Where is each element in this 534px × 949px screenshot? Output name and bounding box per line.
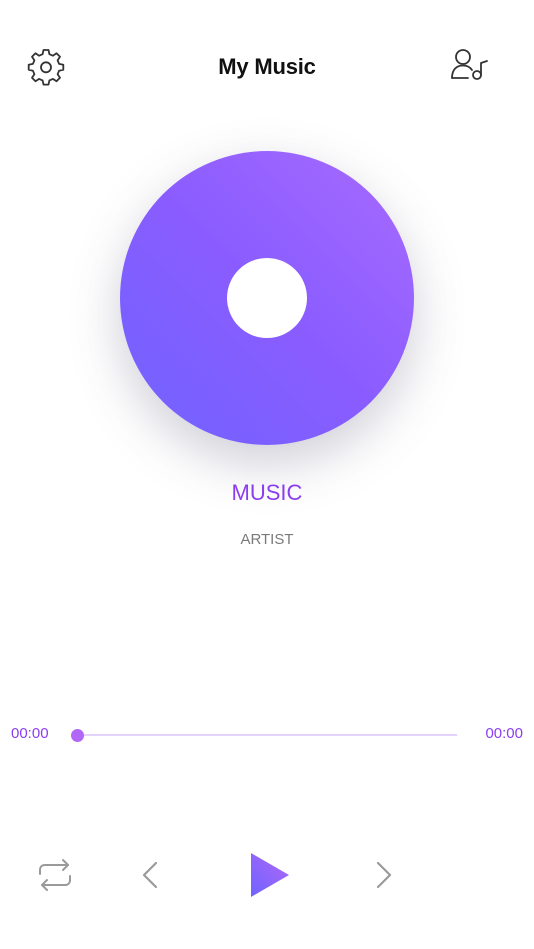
profile-music-button[interactable] [448,46,492,86]
progress-slider[interactable] [78,734,457,736]
vinyl-disc-icon [120,151,414,445]
track-title: MUSIC [231,480,303,505]
next-button[interactable] [368,856,398,894]
disc-center-hole [227,258,307,338]
play-button[interactable] [244,850,294,900]
chevron-right-icon [376,861,392,889]
current-time: 00:00 [11,725,49,742]
progress-thumb[interactable] [71,729,84,742]
total-time: 00:00 [485,725,523,742]
previous-button[interactable] [136,856,166,894]
repeat-icon [39,859,71,891]
repeat-button[interactable] [34,856,76,894]
chevron-left-icon [142,861,158,889]
track-artist: ARTIST [240,531,294,548]
header-bar: My Music [0,0,534,130]
play-icon [251,853,289,897]
user-music-icon [451,49,488,80]
album-disc [120,151,414,445]
